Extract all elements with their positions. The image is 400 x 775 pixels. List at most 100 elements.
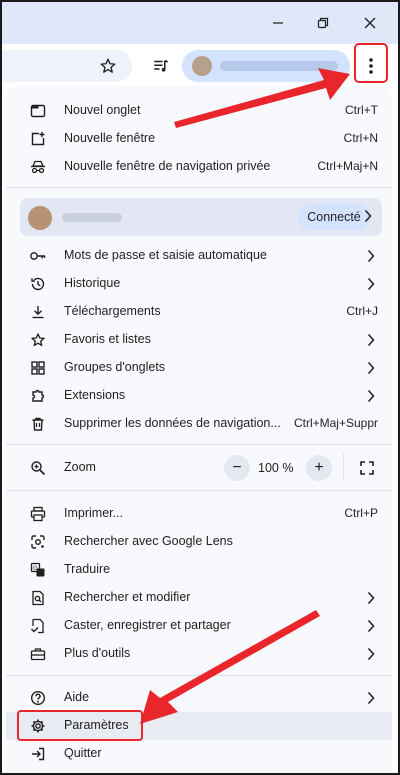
title-bar: [2, 2, 398, 44]
menu-separator: [6, 490, 392, 491]
menu-item-shortcut: Ctrl+J: [346, 304, 378, 318]
menu-item-label: Supprimer les données de navigation...: [64, 416, 281, 430]
avatar: [192, 56, 212, 76]
new-window-icon: [28, 129, 48, 149]
menu-item-find-edit[interactable]: Rechercher et modifier: [6, 584, 392, 612]
chevron-right-icon: [364, 248, 378, 264]
close-button[interactable]: [356, 10, 384, 36]
zoom-icon: [28, 458, 48, 478]
find-icon: [28, 588, 48, 608]
menu-item-extensions[interactable]: Extensions: [6, 382, 392, 410]
translate-icon: G: [28, 560, 48, 580]
blurred-profile-name: [62, 213, 122, 222]
menu-separator: [6, 675, 392, 676]
menu-item-history[interactable]: Historique: [6, 270, 392, 298]
lens-icon: [28, 532, 48, 552]
fullscreen-button[interactable]: [358, 459, 376, 477]
history-icon: [28, 274, 48, 294]
menu-item-zoom: Zoom: [6, 454, 392, 482]
menu-item-passwords[interactable]: Mots de passe et saisie automatique: [6, 242, 392, 270]
incognito-icon: [28, 157, 48, 177]
help-icon: [28, 688, 48, 708]
chevron-right-icon: [364, 590, 378, 606]
menu-item-new-tab[interactable]: Nouvel onglet Ctrl+T: [6, 97, 392, 125]
menu-separator: [6, 187, 392, 188]
blurred-profile-name: [220, 61, 338, 71]
menu-item-cast-share[interactable]: Caster, enregistrer et partager: [6, 612, 392, 640]
kebab-highlight-box: [354, 43, 388, 83]
menu-item-label: Plus d'outils: [64, 646, 131, 660]
menu-item-shortcut: Ctrl+P: [344, 506, 378, 520]
settings-highlight-box: [17, 710, 143, 741]
chevron-right-icon: [364, 646, 378, 662]
puzzle-icon: [28, 386, 48, 406]
bookmark-star-button[interactable]: [96, 54, 120, 78]
zoom-in-button[interactable]: +: [306, 455, 332, 481]
menu-item-label: Traduire: [64, 562, 111, 576]
menu-item-translate[interactable]: G Traduire: [6, 556, 392, 584]
menu-item-label: Rechercher avec Google Lens: [64, 534, 233, 548]
menu-item-label: Imprimer...: [64, 506, 124, 520]
new-tab-icon: [28, 101, 48, 121]
menu-item-label: Zoom: [64, 460, 96, 474]
chevron-right-icon: [364, 332, 378, 348]
profile-row[interactable]: Connecté: [20, 198, 382, 236]
menu-item-label: Nouvelle fenêtre: [64, 131, 156, 145]
menu-item-tab-groups[interactable]: Groupes d'onglets: [6, 354, 392, 382]
menu-item-label: Caster, enregistrer et partager: [64, 618, 231, 632]
chevron-right-icon: [364, 388, 378, 404]
profile-chip[interactable]: [182, 50, 350, 82]
connected-badge: Connecté: [298, 204, 370, 230]
chevron-right-icon: [364, 360, 378, 376]
menu-item-label: Historique: [64, 276, 121, 290]
menu-item-label: Aide: [64, 690, 90, 704]
restore-button[interactable]: [309, 10, 337, 36]
menu-item-shortcut: Ctrl+T: [345, 103, 378, 117]
menu-item-label: Groupes d'onglets: [64, 360, 166, 374]
key-icon: [28, 246, 48, 266]
tab-groups-icon: [28, 358, 48, 378]
menu-item-label: Nouvelle fenêtre de navigation privée: [64, 159, 271, 173]
minimize-button[interactable]: [264, 10, 292, 36]
restore-icon: [317, 17, 329, 29]
menu-item-label: Téléchargements: [64, 304, 161, 318]
menu-item-quit[interactable]: Quitter: [6, 740, 392, 768]
chevron-right-icon: [364, 209, 372, 228]
reading-list-button[interactable]: [149, 54, 173, 78]
chevron-right-icon: [364, 276, 378, 292]
menu-item-print[interactable]: Imprimer... Ctrl+P: [6, 500, 392, 528]
download-icon: [28, 302, 48, 322]
menu-separator: [6, 444, 392, 445]
menu-item-shortcut: Ctrl+Maj+N: [317, 159, 378, 173]
menu-item-downloads[interactable]: Téléchargements Ctrl+J: [6, 298, 392, 326]
close-icon: [364, 17, 376, 29]
menu-item-label: Mots de passe et saisie automatique: [64, 248, 267, 262]
printer-icon: [28, 504, 48, 524]
menu-item-label: Rechercher et modifier: [64, 590, 191, 604]
playlist-icon: [154, 60, 169, 72]
menu-item-google-lens[interactable]: Rechercher avec Google Lens: [6, 528, 392, 556]
zoom-divider: [343, 454, 344, 480]
menu-item-label: Favoris et listes: [64, 332, 151, 346]
menu-item-label: Extensions: [64, 388, 126, 402]
toolbox-icon: [28, 644, 48, 664]
menu-item-more-tools[interactable]: Plus d'outils: [6, 640, 392, 668]
cast-icon: [28, 616, 48, 636]
menu-item-shortcut: Ctrl+N: [343, 131, 378, 145]
menu-item-incognito[interactable]: Nouvelle fenêtre de navigation privée Ct…: [6, 153, 392, 181]
minimize-icon: [273, 22, 283, 24]
menu-item-new-window[interactable]: Nouvelle fenêtre Ctrl+N: [6, 125, 392, 153]
menu-item-bookmarks[interactable]: Favoris et listes: [6, 326, 392, 354]
menu-item-help[interactable]: Aide: [6, 684, 392, 712]
avatar: [28, 206, 52, 230]
chevron-right-icon: [364, 618, 378, 634]
menu-item-clear-data[interactable]: Supprimer les données de navigation... C…: [6, 410, 392, 438]
toolbar: [2, 44, 398, 90]
chevron-right-icon: [364, 690, 378, 706]
svg-text:G: G: [33, 566, 38, 572]
star-icon: [100, 58, 116, 73]
zoom-out-button[interactable]: −: [224, 455, 250, 481]
menu-item-label: Nouvel onglet: [64, 103, 141, 117]
fullscreen-icon: [360, 461, 374, 475]
menu-item-label: Quitter: [64, 746, 102, 760]
